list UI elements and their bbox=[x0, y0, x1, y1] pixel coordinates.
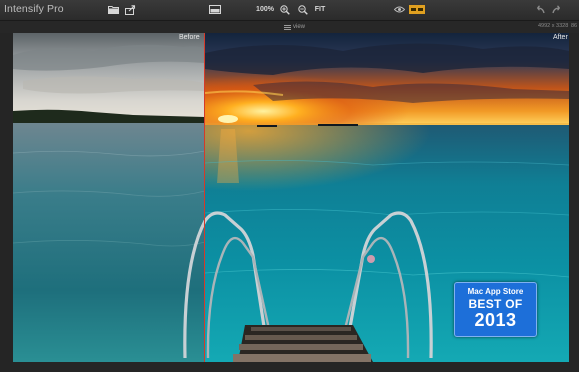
undo-icon bbox=[537, 5, 545, 14]
split-divider-handle[interactable] bbox=[204, 33, 205, 362]
zoom-out-button[interactable] bbox=[297, 2, 309, 17]
share-button[interactable] bbox=[124, 2, 137, 17]
zoom-out-icon bbox=[298, 4, 308, 15]
mac-app-store-badge: Mac App Store BEST OF 2013 bbox=[454, 282, 537, 337]
app-window: Intensify Pro 100% FIT view 4992 x 3328 … bbox=[0, 0, 579, 372]
compare-button[interactable] bbox=[208, 2, 222, 17]
app-title: Intensify Pro bbox=[4, 3, 64, 15]
zoom-readout: 86 bbox=[571, 23, 578, 29]
fit-button[interactable]: FIT bbox=[314, 2, 326, 17]
zoom-100-button[interactable]: 100% bbox=[256, 2, 274, 17]
open-button[interactable] bbox=[107, 2, 120, 17]
badge-best-of-text: BEST OF bbox=[468, 297, 523, 311]
before-label: Before bbox=[179, 34, 200, 41]
after-label: After bbox=[553, 34, 568, 41]
split-view-icon bbox=[408, 5, 425, 14]
compare-icon bbox=[209, 5, 221, 14]
toolbar: Intensify Pro 100% FIT bbox=[0, 0, 579, 21]
zoom-in-button[interactable] bbox=[279, 2, 291, 17]
folder-icon bbox=[108, 6, 119, 14]
redo-button[interactable] bbox=[551, 2, 564, 17]
info-bar: view 4992 x 3328 86 bbox=[0, 21, 579, 33]
eye-icon bbox=[394, 6, 405, 13]
image-canvas[interactable]: Before After Mac App Store BEST OF 2013 bbox=[13, 33, 569, 362]
zoom-in-icon bbox=[280, 4, 290, 15]
preview-toggle-button[interactable] bbox=[393, 2, 406, 17]
image-dimensions: 4992 x 3328 bbox=[538, 23, 569, 29]
badge-store-text: Mac App Store bbox=[467, 287, 524, 296]
split-view-button[interactable] bbox=[408, 2, 425, 17]
badge-year-text: 2013 bbox=[474, 310, 517, 330]
share-icon bbox=[125, 4, 136, 15]
redo-icon bbox=[552, 5, 560, 14]
view-label: view bbox=[293, 24, 306, 30]
view-toggle[interactable]: view bbox=[284, 22, 305, 32]
undo-button[interactable] bbox=[533, 2, 546, 17]
view-icon bbox=[284, 24, 291, 30]
